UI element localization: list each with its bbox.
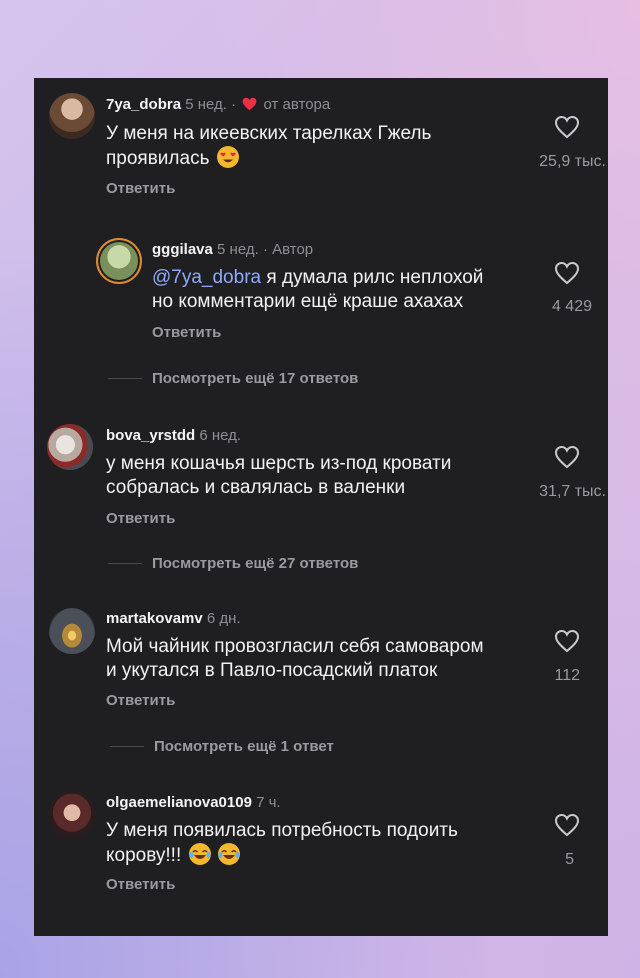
comment-line-text: я думала рилс неплохой	[266, 267, 484, 288]
timestamp: 7 ч.	[256, 794, 281, 811]
comment-line: проявилась	[106, 146, 431, 171]
view-more-replies[interactable]: Посмотреть ещё 1 ответ	[154, 738, 334, 755]
comment-line: корову!!!	[106, 843, 458, 868]
separator: ·	[231, 96, 237, 113]
comment-line: но комментарии ещё краше ахахах	[152, 291, 464, 312]
laughing-tears-emoji	[217, 843, 240, 865]
reply-button[interactable]: Ответить	[106, 692, 175, 709]
like-count: 5	[565, 851, 574, 868]
heart-icon[interactable]	[554, 445, 580, 469]
comment-line: собралась и свалялась в валенки	[106, 477, 406, 498]
comment-text: У меня появилась потребность подоить кор…	[106, 819, 458, 868]
reply-button[interactable]: Ответить	[106, 876, 175, 893]
timestamp: 6 нед.	[199, 427, 242, 444]
like-count: 112	[554, 667, 580, 684]
author-liked-heart-icon	[242, 97, 257, 111]
author-tag: Автор	[272, 241, 314, 258]
divider-line	[108, 563, 142, 564]
comment-line: @7ya_dobra я думала рилс неплохой	[152, 266, 483, 290]
comments-panel: 7ya_dobra 5 нед. · от автора У меня на и…	[34, 78, 608, 936]
comment-text: Мой чайник провозгласил себя самоваром и…	[106, 635, 484, 683]
like-count: 31,7 тыс.	[539, 483, 606, 500]
username[interactable]: olgaemelianova0109	[106, 794, 252, 811]
view-more-replies[interactable]: Посмотреть ещё 17 ответов	[152, 370, 358, 387]
reply-button[interactable]: Ответить	[106, 180, 175, 197]
view-more-replies[interactable]: Посмотреть ещё 27 ответов	[152, 555, 358, 572]
like-count: 25,9 тыс.	[539, 153, 606, 170]
heart-eyes-emoji	[216, 146, 239, 168]
username[interactable]: bova_yrstdd	[106, 427, 195, 444]
comment-text: У меня на икеевских тарелках Гжель прояв…	[106, 122, 431, 171]
timestamp: 5 нед.	[217, 241, 259, 258]
comment-meta: martakovamv 6 дн.	[106, 610, 241, 627]
comment-meta: olgaemelianova0109 7 ч.	[106, 794, 281, 811]
separator: ·	[262, 241, 268, 258]
avatar[interactable]	[49, 93, 95, 139]
laughing-tears-emoji	[188, 843, 211, 865]
divider-line	[110, 746, 144, 747]
comment-line: У меня на икеевских тарелках Гжель	[106, 123, 432, 144]
username[interactable]: martakovamv	[106, 610, 203, 627]
reply-button[interactable]: Ответить	[106, 510, 175, 527]
comment-meta: gggilava 5 нед. · Автор	[152, 241, 313, 258]
like-count: 4 429	[551, 298, 592, 315]
comment-line: и укутался в Павло-посадский платок	[106, 660, 438, 681]
divider-line	[108, 378, 142, 379]
heart-icon[interactable]	[554, 261, 580, 285]
username[interactable]: gggilava	[152, 241, 213, 258]
avatar[interactable]	[49, 608, 95, 654]
avatar[interactable]	[47, 424, 93, 470]
reply-button[interactable]: Ответить	[152, 324, 221, 341]
timestamp: 5 нед.	[185, 96, 227, 113]
avatar[interactable]	[96, 238, 142, 284]
comment-line: у меня кошачья шерсть из-под кровати	[106, 453, 452, 474]
comment-line: Мой чайник провозгласил себя самоваром	[106, 636, 484, 657]
author-tag: от автора	[263, 96, 331, 113]
heart-icon[interactable]	[554, 115, 580, 139]
timestamp: 6 дн.	[206, 610, 241, 627]
mention-link[interactable]: @7ya_dobra	[152, 267, 261, 288]
comment-line-text: проявилась	[106, 148, 210, 169]
comment-line-text: корову!!!	[106, 845, 182, 866]
heart-icon[interactable]	[554, 629, 580, 653]
comment-text: @7ya_dobra я думала рилс неплохой но ком…	[152, 266, 483, 314]
comment-meta: 7ya_dobra 5 нед. · от автора	[106, 96, 330, 113]
avatar[interactable]	[49, 792, 95, 838]
heart-icon[interactable]	[554, 813, 580, 837]
comment-line: У меня появилась потребность подоить	[106, 820, 458, 841]
username[interactable]: 7ya_dobra	[106, 96, 181, 113]
comment-meta: bova_yrstdd 6 нед.	[106, 427, 241, 444]
comment-text: у меня кошачья шерсть из-под кровати соб…	[106, 452, 451, 500]
